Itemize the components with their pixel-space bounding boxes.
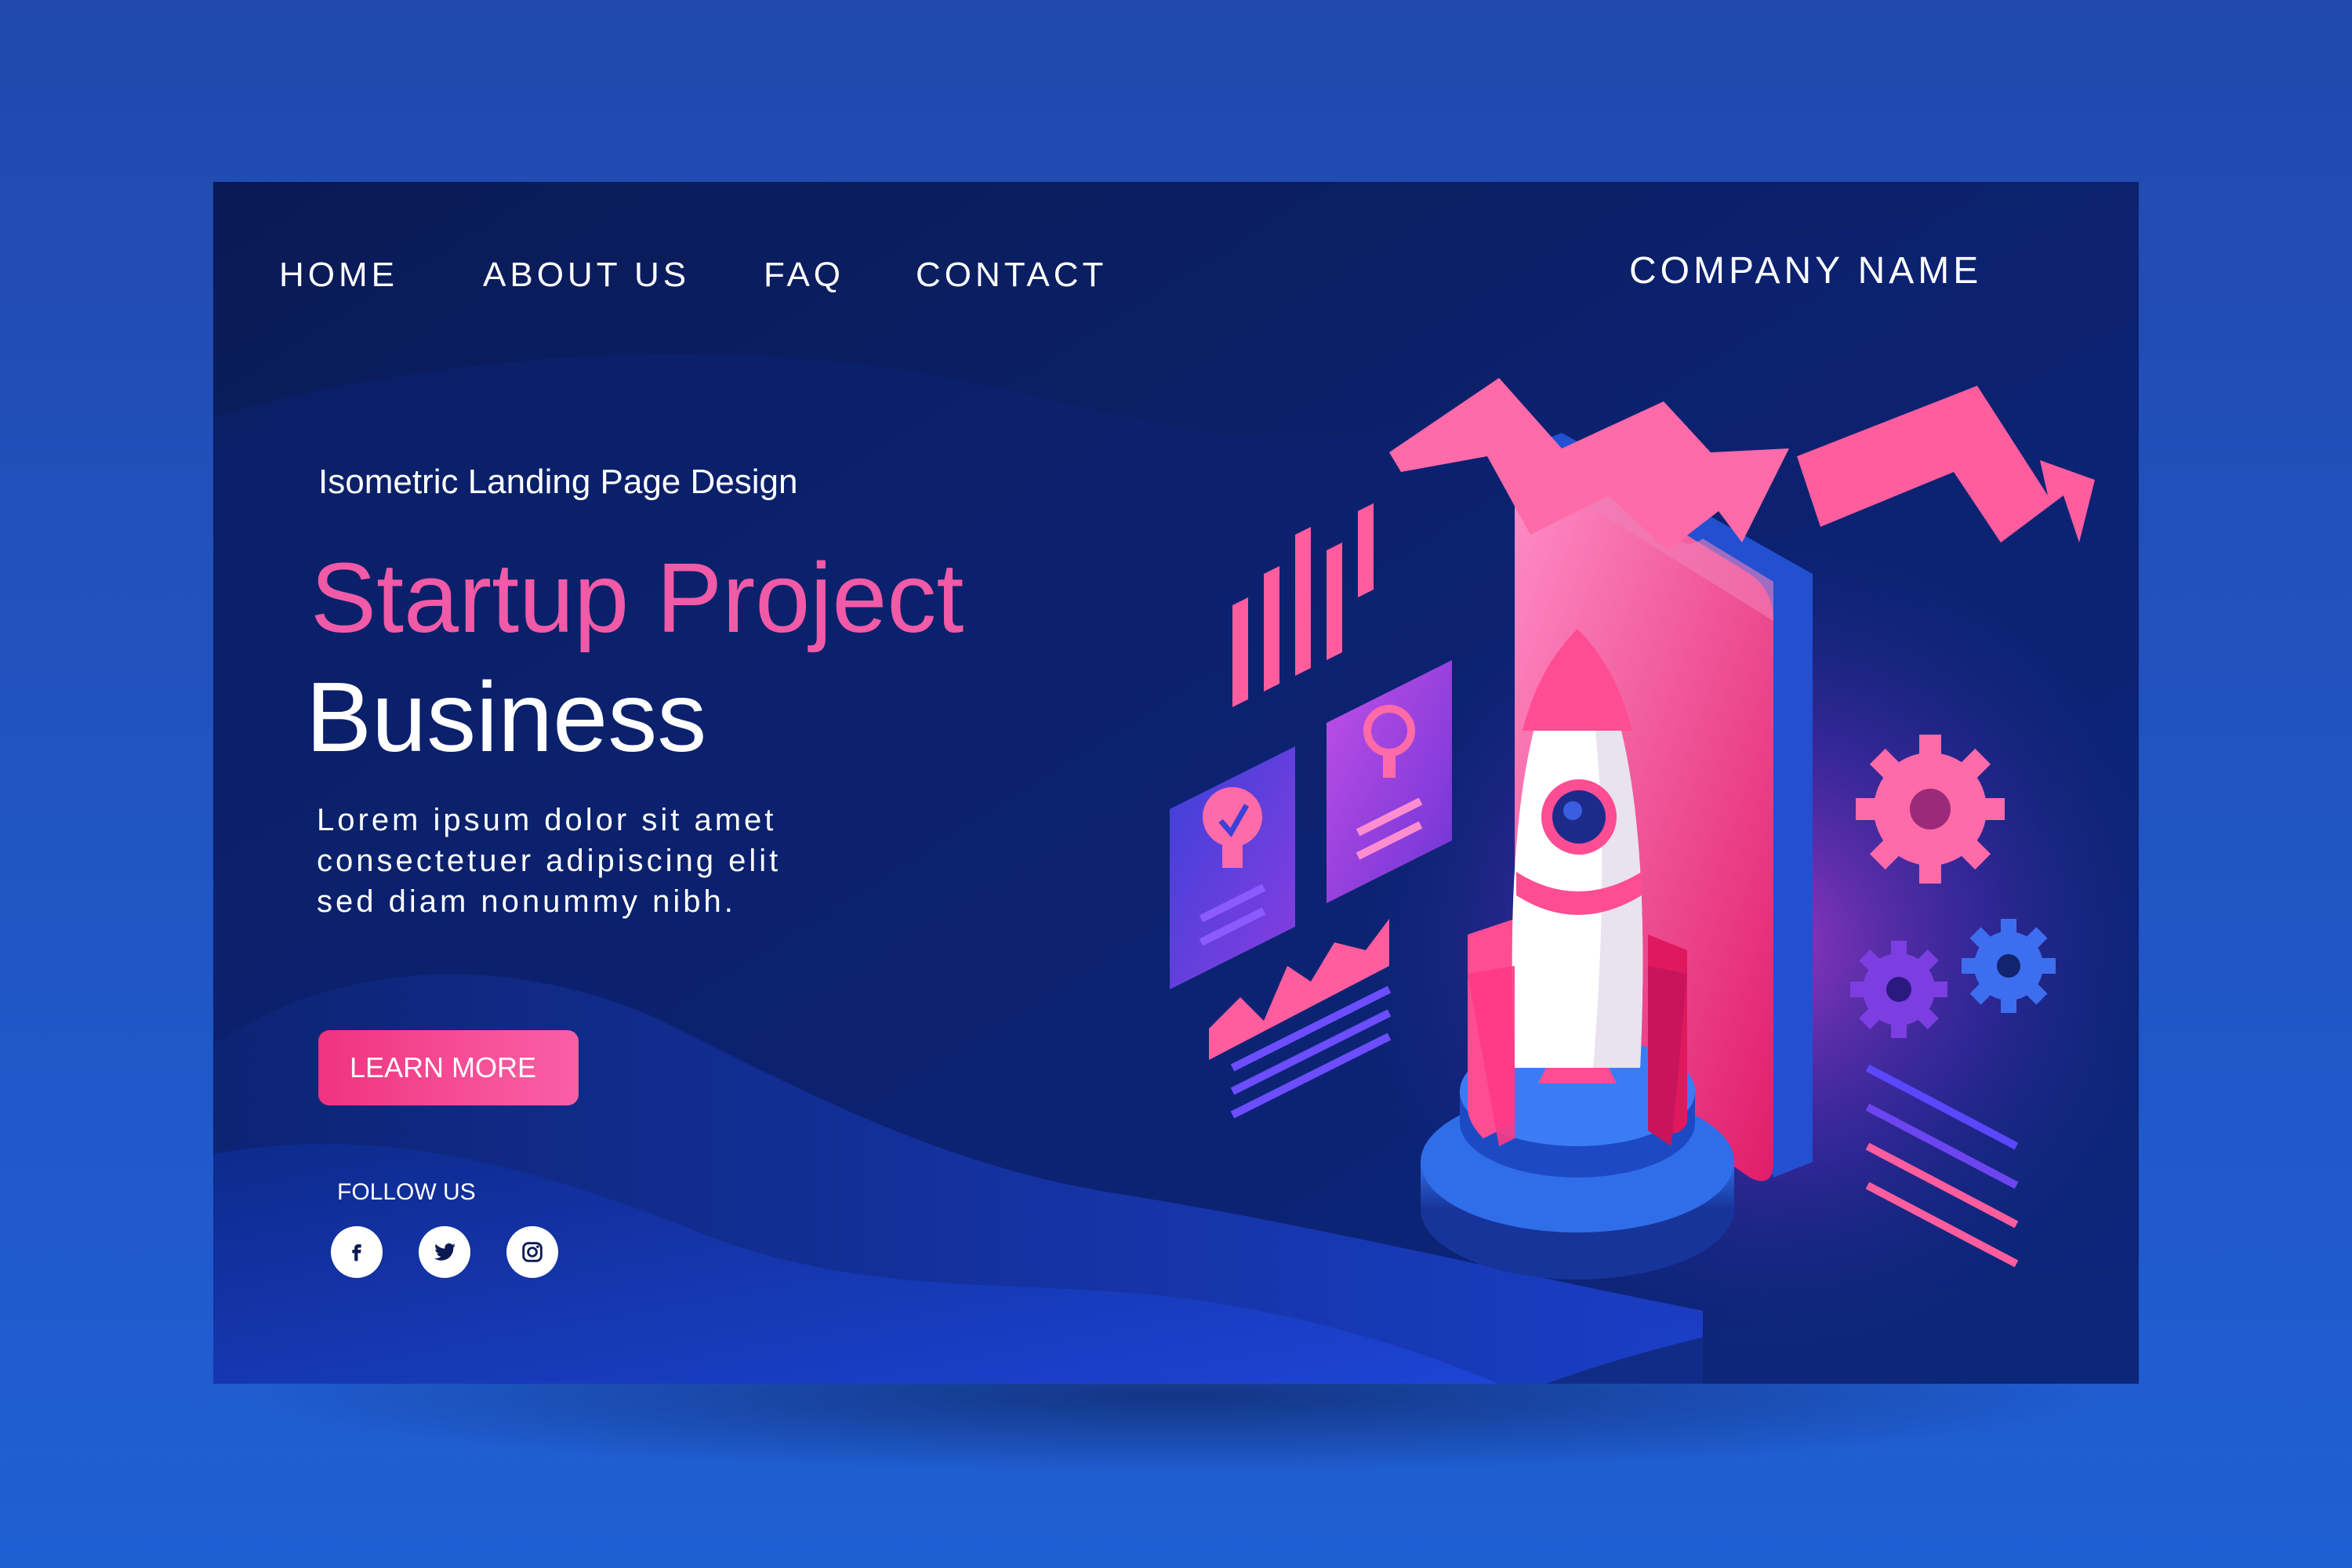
decorative-lines bbox=[1865, 1064, 2019, 1268]
hero-body-line: consectetuer adipiscing elit bbox=[317, 844, 782, 878]
hero-body: Lorem ipsum dolor sit amet consectetuer … bbox=[317, 800, 781, 922]
facebook-glyph bbox=[352, 1244, 361, 1261]
arrow-graph bbox=[1389, 378, 2095, 550]
gear-blue bbox=[1962, 919, 2056, 1013]
hero-body-line: Lorem ipsum dolor sit amet bbox=[317, 803, 777, 837]
facebook-icon[interactable] bbox=[331, 1226, 383, 1278]
hero-headline: Business bbox=[306, 662, 707, 772]
learn-more-button[interactable]: LEARN MORE bbox=[318, 1030, 579, 1105]
nav-about-link[interactable]: ABOUT US bbox=[483, 256, 690, 295]
gear-purple bbox=[1850, 941, 1947, 1038]
nav-faq-link[interactable]: FAQ bbox=[764, 256, 844, 295]
nav-contact-link[interactable]: CONTACT bbox=[916, 256, 1107, 295]
hero-body-line: sed diam nonummy nibh. bbox=[317, 884, 736, 919]
idea-panel-right bbox=[1327, 660, 1452, 903]
twitter-icon[interactable] bbox=[419, 1226, 470, 1278]
hero-subtitle: Isometric Landing Page Design bbox=[318, 463, 798, 501]
nav-home-link[interactable]: HOME bbox=[279, 256, 398, 295]
landing-card: HOME ABOUT US FAQ CONTACT COMPANY NAME I… bbox=[213, 182, 2139, 1384]
gear-large bbox=[1856, 735, 2005, 884]
company-name: COMPANY NAME bbox=[1629, 250, 1983, 292]
instagram-glyph bbox=[522, 1242, 543, 1262]
idea-panel-left bbox=[1170, 746, 1295, 989]
instagram-icon[interactable] bbox=[506, 1226, 558, 1278]
follow-us-label: FOLLOW US bbox=[337, 1179, 476, 1205]
hero-headline-accent: Startup Project bbox=[310, 543, 964, 653]
rocket-illustration bbox=[1170, 378, 2095, 1279]
twitter-glyph bbox=[434, 1243, 456, 1261]
bar-chart bbox=[1232, 503, 1374, 707]
learn-more-label: LEARN MORE bbox=[350, 1051, 537, 1083]
